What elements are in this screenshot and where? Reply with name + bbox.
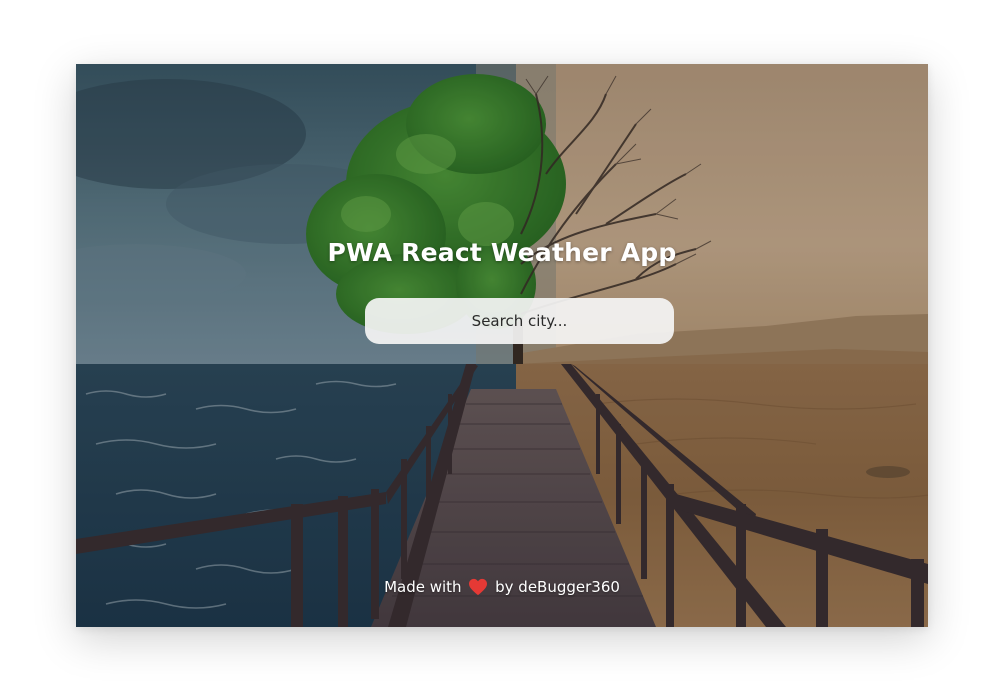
footer-made-with: Made with	[384, 578, 462, 596]
background-dim-overlay	[76, 64, 928, 627]
footer-author: by deBugger360	[495, 578, 620, 596]
app-title: PWA React Weather App	[327, 238, 677, 267]
footer-credit: Made with by deBugger360	[76, 578, 928, 600]
search-city-input[interactable]	[365, 298, 674, 344]
heart-icon	[468, 578, 488, 600]
app-window: PWA React Weather App Made with by deBug…	[76, 64, 928, 627]
